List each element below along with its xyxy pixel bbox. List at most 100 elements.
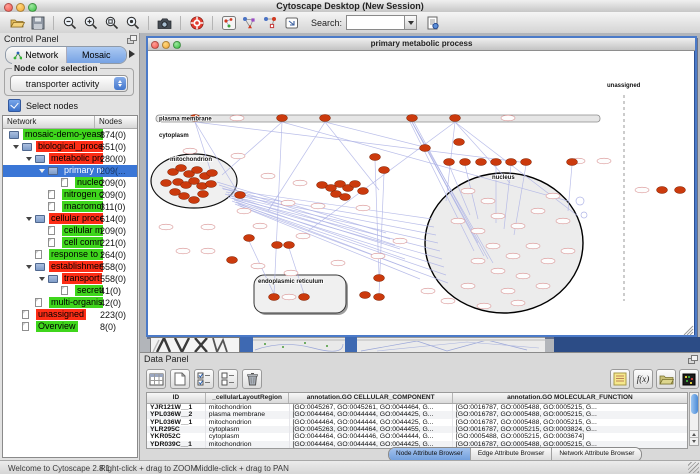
background-window-fragment[interactable]	[150, 337, 240, 352]
network-node-small[interactable]	[536, 283, 550, 289]
network-edge[interactable]	[274, 122, 282, 295]
network-node-small[interactable]	[471, 228, 485, 234]
network-node-selected[interactable]	[374, 294, 385, 301]
network-node-selected[interactable]	[269, 294, 280, 301]
table-cell[interactable]: [GO:0044464, GO:0044444, GO:0044425, G..…	[289, 419, 452, 426]
resize-grip[interactable]	[688, 462, 699, 473]
table-scrollbar[interactable]	[689, 392, 699, 446]
zoom-window-button[interactable]	[28, 3, 37, 12]
network-node-selected[interactable]	[420, 145, 431, 152]
network-node-selected[interactable]	[320, 115, 331, 122]
network-node-small[interactable]	[486, 243, 500, 249]
tree-item-overview[interactable]: Overview8(0)	[3, 321, 137, 333]
import-attributes-button[interactable]	[656, 369, 676, 389]
expand-arrow-icon[interactable]	[13, 145, 19, 149]
attribute-label-button[interactable]	[610, 369, 630, 389]
network-node-selected[interactable]	[272, 242, 283, 249]
network-window[interactable]: primary metabolic process plasma membran…	[146, 36, 697, 337]
network-node-selected[interactable]	[450, 115, 461, 122]
network-node-small[interactable]	[506, 253, 520, 259]
close-button[interactable]	[151, 41, 159, 49]
minimize-button[interactable]	[16, 3, 25, 12]
zoom-selected-button[interactable]	[122, 13, 143, 32]
table-cell[interactable]: YLR295C	[147, 426, 205, 433]
network-node-small[interactable]	[556, 218, 570, 224]
tree-item-secretion[interactable]: secretion41(0)	[3, 285, 137, 297]
search-input[interactable]	[346, 15, 404, 30]
network-window-titlebar[interactable]: primary metabolic process	[148, 38, 695, 51]
node-color-dropdown[interactable]: transporter activity	[10, 75, 128, 92]
select-all-attributes-button[interactable]	[194, 369, 214, 389]
network-node-selected[interactable]	[350, 181, 361, 188]
tree-item-primary-metabo[interactable]: primary metabo209(...	[3, 165, 137, 177]
table-cell[interactable]: mitochondrion	[205, 404, 289, 411]
table-cell[interactable]: YPL036W__1	[147, 419, 205, 426]
table-cell[interactable]: YKR052C	[147, 433, 205, 440]
network-node-selected[interactable]	[657, 187, 668, 194]
table-cell[interactable]: mitochondrion	[205, 419, 289, 426]
network-node-small[interactable]	[635, 187, 649, 193]
network-node-small[interactable]	[356, 205, 370, 211]
network-graph[interactable]: plasma membranecytoplasmmitochondrionnuc…	[148, 51, 695, 336]
network-node-selected[interactable]	[358, 188, 369, 195]
network-node-small[interactable]	[501, 288, 515, 294]
tree-item-establishment-of-lo[interactable]: establishment of lo558(0)	[3, 261, 137, 273]
tree-item-nitrogen-compo[interactable]: nitrogen compo209(0)	[3, 189, 137, 201]
network-node-selected[interactable]	[227, 257, 238, 264]
attribute-select-button[interactable]	[146, 369, 166, 389]
vizmapper-button[interactable]	[239, 13, 260, 32]
network-node-small[interactable]	[393, 238, 407, 244]
expand-arrow-icon[interactable]	[39, 277, 45, 281]
network-node-small[interactable]	[296, 233, 310, 239]
network-node-small[interactable]	[477, 303, 491, 309]
network-node-small[interactable]	[251, 263, 265, 269]
background-window-fragment[interactable]	[240, 337, 253, 352]
network-node-selected[interactable]	[379, 167, 390, 174]
network-node-selected[interactable]	[161, 180, 172, 187]
network-node-selected[interactable]	[340, 194, 351, 201]
network-node-selected[interactable]	[491, 159, 502, 166]
network-node-selected[interactable]	[460, 159, 471, 166]
annotations-button[interactable]	[281, 13, 302, 32]
network-node-small[interactable]	[261, 173, 275, 179]
tree-column-network[interactable]: Network	[3, 116, 94, 128]
table-cell[interactable]: mitochondrion	[205, 441, 289, 448]
table-cell[interactable]: [GO:0016787, GO:0005488, GO:0005215, G..…	[452, 411, 687, 418]
close-button[interactable]	[4, 3, 13, 12]
network-self-loop[interactable]	[581, 212, 587, 218]
attribute-delete-button[interactable]	[242, 369, 262, 389]
open-button[interactable]	[6, 13, 27, 32]
network-node-small[interactable]	[282, 294, 296, 300]
network-node-small[interactable]	[516, 273, 530, 279]
tree-item-macromolecule[interactable]: macromolecule311(0)	[3, 201, 137, 213]
network-node-small[interactable]	[284, 270, 298, 276]
table-cell[interactable]: [GO:0005488, GO:0005215, GO:0003674]	[452, 433, 687, 440]
network-node-small[interactable]	[201, 248, 215, 254]
table-row[interactable]: YPL036W__2plasma membrane[GO:0044464, GO…	[147, 411, 687, 418]
network-node-selected[interactable]	[277, 115, 288, 122]
table-row[interactable]: YKR052Ccytoplasm[GO:0044464, GO:0044446,…	[147, 433, 687, 440]
network-self-loop[interactable]	[576, 197, 584, 205]
formula-builder-button[interactable]: f(x)	[633, 369, 653, 389]
network-node-small[interactable]	[253, 223, 267, 229]
network-node-selected[interactable]	[675, 187, 686, 194]
table-row[interactable]: YLR295Ccytoplasm[GO:0045263, GO:0044464,…	[147, 426, 687, 433]
network-node-selected[interactable]	[284, 242, 295, 249]
edit-network-button[interactable]	[260, 13, 281, 32]
expand-arrow-icon[interactable]	[26, 157, 32, 161]
network-node-selected[interactable]	[360, 292, 371, 299]
network-node-small[interactable]	[511, 300, 525, 306]
network-node-small[interactable]	[481, 198, 495, 204]
network-node-small[interactable]	[471, 258, 485, 264]
network-node-small[interactable]	[237, 208, 251, 214]
network-node-small[interactable]	[501, 115, 515, 121]
network-edge[interactable]	[455, 122, 510, 183]
table-cell[interactable]: plasma membrane	[205, 411, 289, 418]
network-node-selected[interactable]	[198, 191, 209, 198]
tree-item-biological-process[interactable]: biological_process651(0)	[3, 141, 137, 153]
attribute-matrix-button[interactable]	[679, 369, 699, 389]
table-column-header[interactable]: annotation.GO MOLECULAR_FUNCTION	[452, 393, 687, 403]
network-node-selected[interactable]	[192, 167, 203, 174]
tree-item-transport[interactable]: transport558(0)	[3, 273, 137, 285]
network-node-selected[interactable]	[235, 192, 246, 199]
